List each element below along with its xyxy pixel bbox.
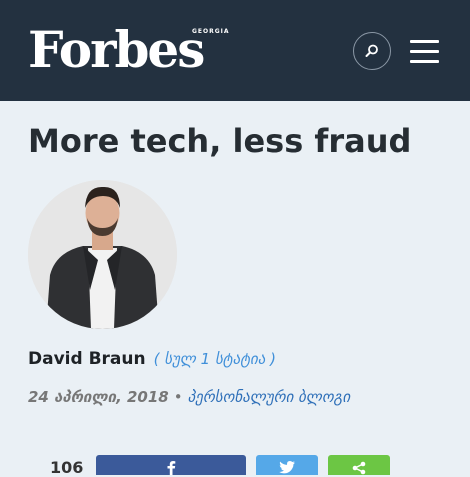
share-count: 106: [50, 458, 84, 477]
twitter-share-button[interactable]: [256, 455, 318, 475]
publish-date: 24 აპრილი, 2018: [28, 388, 169, 406]
facebook-icon: [167, 461, 176, 475]
menu-bar: [410, 50, 439, 53]
facebook-share-button[interactable]: [96, 455, 246, 475]
forbes-logo[interactable]: Forbes: [28, 20, 205, 80]
author-avatar[interactable]: [28, 180, 177, 329]
meta-separator: •: [173, 388, 183, 406]
category-link[interactable]: პერსონალური ბლოგი: [188, 388, 351, 406]
author-line: David Braun ( სულ 1 სტატია ): [28, 349, 276, 369]
site-header: Forbes GEORGIA: [0, 0, 470, 101]
menu-bar: [410, 60, 439, 63]
share-icon: [352, 461, 366, 475]
twitter-icon: [279, 461, 295, 474]
author-name[interactable]: David Braun: [28, 349, 146, 369]
menu-bar: [410, 40, 439, 43]
author-articles-count[interactable]: ( სულ 1 სტატია ): [154, 350, 276, 368]
search-icon: [365, 44, 378, 57]
logo-edition: GEORGIA: [192, 28, 230, 35]
search-button[interactable]: [353, 32, 391, 70]
article-title: More tech, less fraud: [28, 122, 412, 160]
author-photo: [28, 180, 177, 329]
share-button[interactable]: [328, 455, 390, 475]
hamburger-menu-button[interactable]: [410, 40, 440, 64]
article-meta: 24 აპრილი, 2018 • პერსონალური ბლოგი: [28, 388, 350, 406]
